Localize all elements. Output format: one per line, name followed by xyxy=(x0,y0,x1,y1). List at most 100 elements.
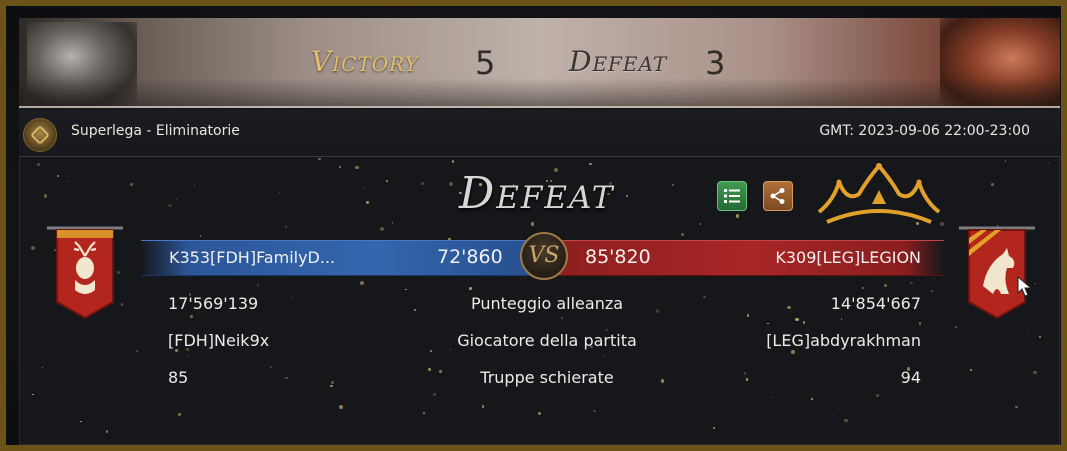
season-record: Victory 5 Defeat 3 xyxy=(19,18,1060,108)
list-icon xyxy=(724,189,740,203)
sparkle-dot xyxy=(178,412,182,416)
mouse-cursor-icon xyxy=(1017,276,1033,297)
sparkle-dot xyxy=(36,163,40,167)
sparkle-dot xyxy=(365,201,369,204)
sparkle-dot xyxy=(802,321,806,324)
victory-label: Victory xyxy=(311,45,419,78)
sparkle-dot xyxy=(746,314,749,317)
vs-badge: VS xyxy=(520,232,568,280)
sparkle-dot xyxy=(430,350,433,352)
sparkle-dot xyxy=(186,355,188,358)
sparkle-dot xyxy=(1038,335,1042,339)
sparkle-dot xyxy=(135,350,138,353)
league-badge-icon xyxy=(23,118,57,152)
details-button[interactable] xyxy=(717,181,747,211)
sparkle-dot xyxy=(391,222,393,224)
crown-icon xyxy=(817,163,941,224)
sparkle-dot xyxy=(290,297,293,299)
sparkle-dot xyxy=(561,317,564,320)
sparkle-dot xyxy=(270,366,273,368)
sparkle-dot xyxy=(330,384,333,388)
sparkle-dot xyxy=(910,281,913,284)
sparkle-dot xyxy=(41,367,44,369)
sparkle-dot xyxy=(405,288,407,290)
sparkle-dot xyxy=(279,192,281,194)
sparkle-dot xyxy=(537,411,541,415)
sparkle-dot xyxy=(787,305,791,310)
sparkle-dot xyxy=(699,223,702,225)
sparkle-dot xyxy=(735,214,740,218)
right-mvp-player[interactable]: [LEG]abdyrakhman xyxy=(766,331,921,350)
share-icon xyxy=(770,188,785,204)
sparkle-dot xyxy=(525,286,527,288)
sparkle-dot xyxy=(767,322,769,325)
sparkle-dot xyxy=(884,284,887,287)
stat-label-alliance-score: Punteggio alleanza xyxy=(470,294,624,313)
sparkle-dot xyxy=(843,418,848,423)
sparkle-dot xyxy=(680,233,685,237)
sparkle-dot xyxy=(386,180,389,183)
sparkle-dot xyxy=(969,369,972,372)
sparkle-dot xyxy=(791,350,795,354)
sparkle-dot xyxy=(810,398,813,401)
sparkle-dot xyxy=(604,355,606,357)
stat-label-troops: Truppe schierate xyxy=(480,368,614,387)
sparkle-dot xyxy=(363,186,366,188)
sparkle-dot xyxy=(43,194,47,198)
sparkle-dot xyxy=(67,180,69,183)
result-panel: Victory 5 Defeat 3 Superlega - Eliminato… xyxy=(19,18,1060,445)
sparkle-dot xyxy=(199,235,202,237)
sparkle-dot xyxy=(862,286,865,289)
sparkle-dot xyxy=(193,184,195,186)
sparkle-dot xyxy=(481,405,485,408)
sparkle-dot xyxy=(451,160,455,163)
sparkle-dot xyxy=(380,227,385,232)
stag-banner-icon xyxy=(47,226,123,320)
sparkle-dot xyxy=(449,182,453,186)
sparkle-dot xyxy=(1015,406,1018,409)
right-alliance-score: 14'854'667 xyxy=(830,294,921,313)
left-troops-deployed: 85 xyxy=(168,368,189,387)
sparkle-dot xyxy=(876,394,879,397)
sparkle-dot xyxy=(1004,159,1007,162)
banner-divider xyxy=(19,106,1060,108)
match-header: Superlega - Eliminatorie GMT: 2023-09-06… xyxy=(19,110,1060,157)
wolf-banner-icon xyxy=(959,226,1035,320)
sparkle-dot xyxy=(168,204,172,208)
sparkle-dot xyxy=(772,396,774,398)
defeat-label: Defeat xyxy=(569,45,668,78)
sparkle-dot xyxy=(257,284,259,286)
sparkle-dot xyxy=(918,322,922,325)
sparkle-dot xyxy=(712,427,716,430)
sparkle-dot xyxy=(838,408,840,411)
sparkle-dot xyxy=(795,317,799,322)
sparkle-dot xyxy=(990,183,994,186)
sparkle-dot xyxy=(105,430,109,433)
sparkle-dot xyxy=(130,182,134,186)
sparkle-dot xyxy=(32,393,34,396)
sparkle-dot xyxy=(30,246,35,251)
sparkle-dot xyxy=(190,314,194,318)
sparkle-dot xyxy=(832,435,834,437)
sparkle-dot xyxy=(1033,370,1037,375)
sparkle-dot xyxy=(355,166,359,170)
left-team-name[interactable]: K353[FDH]FamilyD... xyxy=(169,248,335,267)
vs-label: VS xyxy=(528,243,560,268)
share-button[interactable] xyxy=(763,181,793,211)
sparkle-dot xyxy=(954,325,957,328)
sparkle-dot xyxy=(530,222,535,226)
sparkle-dot xyxy=(330,381,334,385)
left-alliance-score: 17'569'139 xyxy=(168,294,259,313)
sparkle-dot xyxy=(840,318,843,320)
sparkle-dot xyxy=(469,286,472,290)
sparkle-dot xyxy=(422,411,425,414)
sparkle-dot xyxy=(344,330,347,332)
sparkle-dot xyxy=(175,199,177,201)
sparkle-dot xyxy=(1047,161,1050,164)
left-mvp-player[interactable]: [FDH]Neik9x xyxy=(168,331,269,350)
window-frame: Victory 5 Defeat 3 Superlega - Eliminato… xyxy=(0,0,1067,451)
right-team-name[interactable]: K309[LEG]LEGION xyxy=(775,248,921,267)
sparkle-dot xyxy=(284,225,287,228)
sparkle-dot xyxy=(420,182,424,186)
stat-label-mvp: Giocatore della partita xyxy=(457,331,637,350)
